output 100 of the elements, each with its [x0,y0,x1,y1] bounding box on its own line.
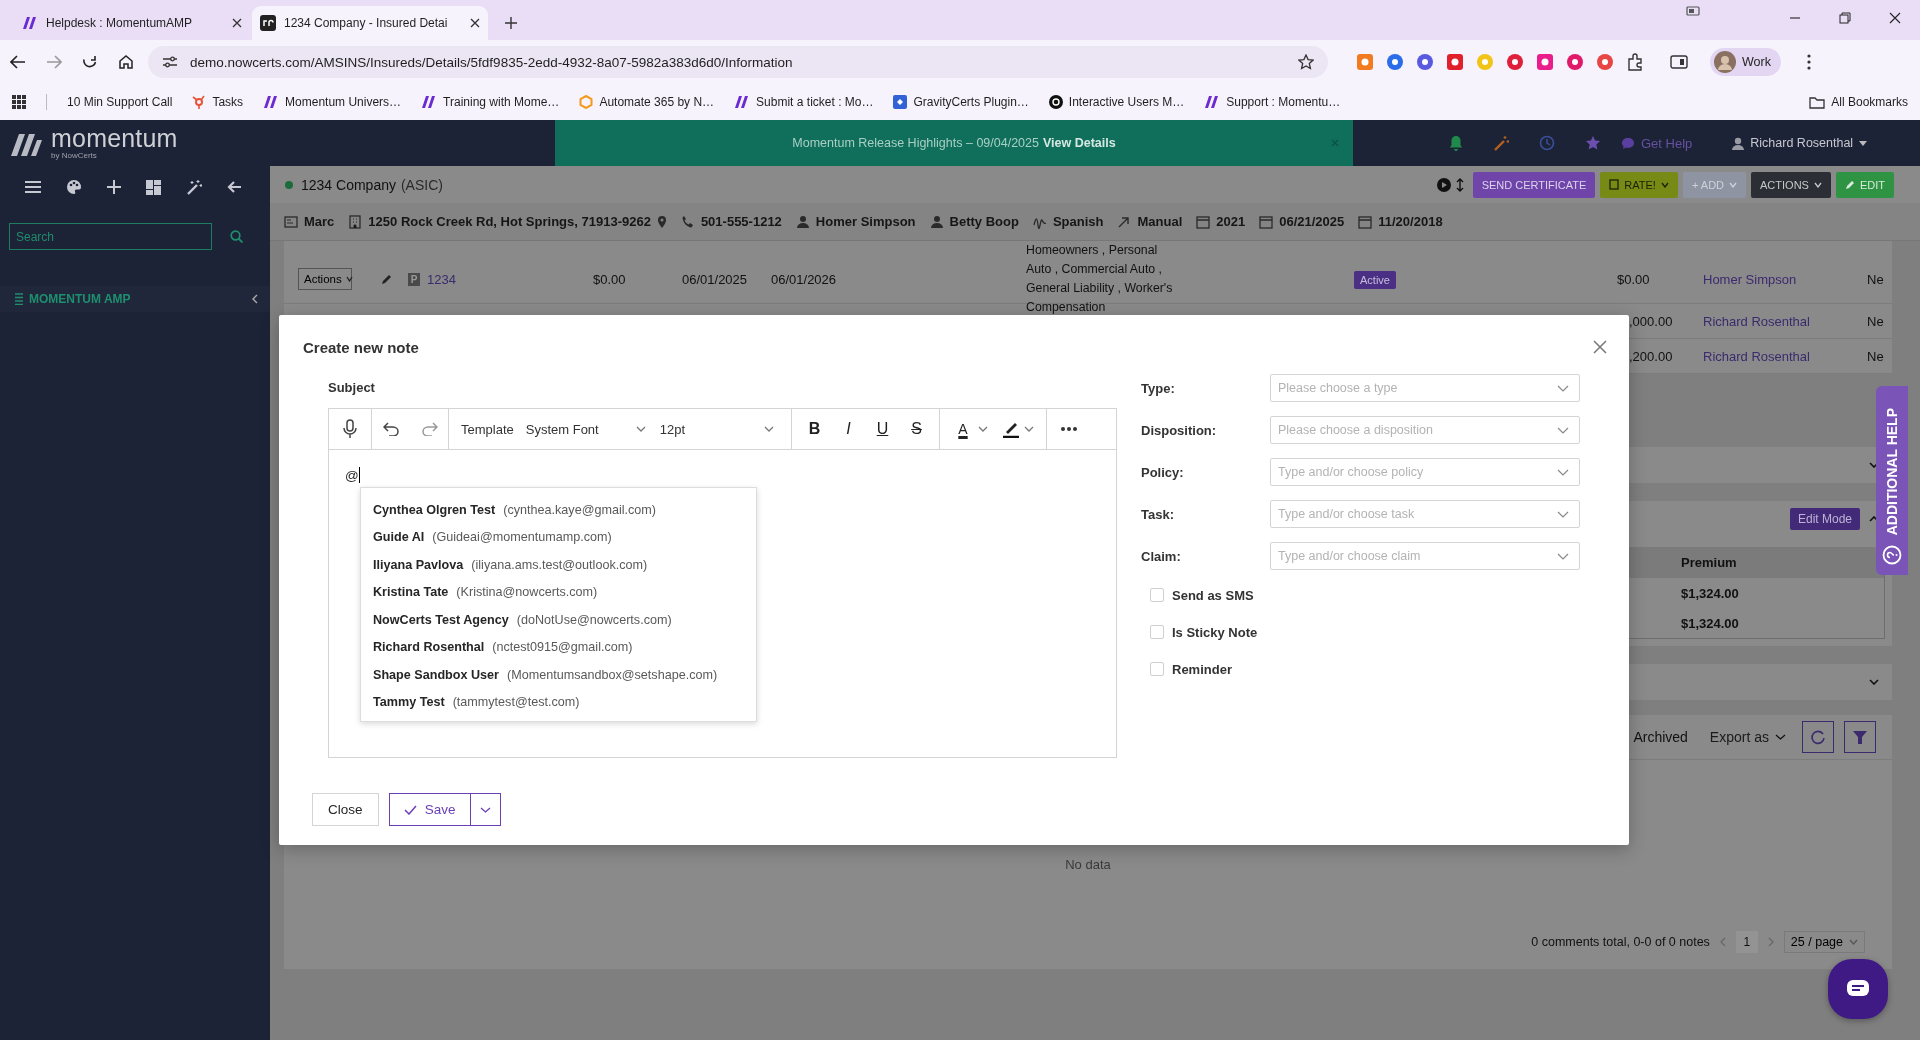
extension-icon[interactable] [1356,53,1374,71]
mention-option[interactable]: Iliyana Pavlova (iliyana.ams.test@outlook.com) [361,551,756,579]
help-tab[interactable]: ADDITIONAL HELP [1876,386,1908,575]
reload-icon[interactable] [82,54,98,70]
chevron-down-icon[interactable] [978,426,988,432]
save-options-button[interactable] [470,793,501,826]
chevron-up-icon[interactable] [1869,516,1879,522]
dropdown-field[interactable]: Type and/or choose claim [1270,542,1580,570]
bookmark[interactable]: 10 Min Support Call [67,95,173,109]
dashboard-icon[interactable] [146,179,162,195]
menu-icon[interactable] [1806,54,1811,70]
close-icon[interactable] [470,18,480,28]
mention-option[interactable]: Tammy Test (tammytest@test.com) [361,688,756,716]
bookmark[interactable]: Automate 365 by N… [579,95,715,109]
edit-mode-button[interactable]: Edit Mode [1789,508,1860,530]
chevron-down-icon[interactable] [1024,426,1034,432]
dropdown-field[interactable]: Please choose a disposition [1270,416,1580,444]
star-icon[interactable] [1298,54,1314,70]
close-button[interactable]: Close [312,793,379,826]
new-tab-icon[interactable] [504,16,518,30]
apps-icon[interactable] [12,95,26,109]
more-button[interactable] [1061,427,1077,431]
star-icon[interactable] [1585,135,1601,151]
window-icon[interactable] [1686,6,1700,16]
play-icon[interactable] [1436,177,1451,192]
template-button[interactable]: Template [461,421,514,437]
sort-icon[interactable] [1455,177,1464,192]
chevron-down-icon[interactable] [1869,462,1879,468]
browser-tab[interactable]: Helpdesk : MomentumAMP [14,6,250,40]
checkbox[interactable] [1150,662,1164,676]
menu-icon[interactable] [24,180,41,194]
save-button[interactable]: Save [388,793,471,826]
text-color-button[interactable]: A [952,416,974,442]
bookmark[interactable]: Training with Mome… [421,95,560,109]
checkbox[interactable] [1150,588,1164,602]
undo-button[interactable] [382,422,400,436]
close-button[interactable] [1593,340,1607,354]
mention-option[interactable]: Kristina Tate (Kristina@nowcerts.com) [361,578,756,606]
pencil-icon[interactable] [381,273,393,285]
bookmark[interactable]: Interactive Users M… [1048,95,1185,109]
profile-button[interactable]: Work [1710,48,1781,76]
extension-icon[interactable] [1536,53,1554,71]
search-field[interactable]: Search [9,223,212,250]
microphone-button[interactable] [343,419,357,439]
redo-button[interactable] [420,422,438,436]
close-icon[interactable] [232,18,242,28]
extensions-icon[interactable] [1626,53,1644,71]
underline-button[interactable]: U [869,416,896,442]
extension-icon[interactable] [1416,53,1434,71]
dropdown-field[interactable]: Type and/or choose policy [1270,458,1580,486]
page-button[interactable]: 1 [1735,931,1758,953]
agent-link[interactable]: Richard Rosenthal [1703,313,1867,329]
toolbar-button[interactable]: ACTIONS [1751,171,1831,198]
close-icon[interactable] [1889,12,1901,24]
mention-option[interactable]: Cynthea Olgren Test (cynthea.kaye@gmail.com) [361,496,756,524]
mention-option[interactable]: Richard Rosenthal (nctest0915@gmail.com) [361,633,756,661]
dropdown-field[interactable]: Please choose a type [1270,374,1580,402]
bookmark[interactable]: Tasks [192,95,244,109]
highlight-button[interactable] [1002,420,1020,438]
toolbar-button[interactable]: SEND CERTIFICATE [1472,171,1596,198]
font-select[interactable]: System Font [525,421,646,437]
bold-button[interactable]: B [801,416,828,442]
extension-icon[interactable] [1596,53,1614,71]
bookmark[interactable]: GravityCerts Plugin… [893,95,1029,109]
toolbar-button[interactable]: RATE! [1600,171,1678,198]
rich-text-editor[interactable] [328,408,1117,758]
palette-icon[interactable] [65,179,82,195]
home-icon[interactable] [118,54,134,70]
bookmark[interactable]: Momentum Univers… [263,95,402,109]
chevron-down-icon[interactable] [1869,679,1879,685]
agent-link[interactable]: Homer Simpson [1703,271,1867,287]
magic-wand-icon[interactable] [186,179,203,195]
extension-icon[interactable] [1386,53,1404,71]
checkbox[interactable] [1150,625,1164,639]
font-size-select[interactable]: 12pt [659,421,774,437]
restore-icon[interactable] [1839,12,1851,24]
mention-option[interactable]: Shape Sandbox User (Momentumsandbox@setshape.com) [361,661,756,689]
browser-tab[interactable]: 1234 Company - Insured Detai [252,6,488,40]
mention-option[interactable]: NowCerts Test Agency (doNotUse@nowcerts.com) [361,606,756,634]
page-size-select[interactable]: 25 / page [1783,931,1865,953]
arrow-left-icon[interactable] [227,180,242,194]
bell-icon[interactable] [1449,135,1463,151]
filter-button[interactable] [1844,721,1876,753]
actions-dropdown[interactable]: Actions [298,268,352,290]
agent-link[interactable]: Richard Rosenthal [1703,348,1867,364]
export-dropdown[interactable]: Export as [1703,728,1792,746]
plus-icon[interactable] [106,180,121,194]
italic-button[interactable]: I [835,416,862,442]
forward-icon[interactable] [46,55,62,69]
view-details-link[interactable]: View Details [1042,136,1116,150]
mention-option[interactable]: Guide AI (Guideai@momentumamp.com) [361,523,756,551]
bookmark[interactable]: Support : Momentu… [1204,95,1341,109]
back-icon[interactable] [10,55,26,69]
address-bar[interactable]: demo.nowcerts.com/AMSINS/Insureds/Details/5fdf9835-2edd-4932-8a07-5982a383d6d0/Information [148,46,1328,78]
side-panel-icon[interactable] [1670,54,1688,70]
strike-button[interactable]: S [903,416,930,442]
dropdown-field[interactable]: Type and/or choose task [1270,500,1580,528]
extension-icon[interactable] [1566,53,1584,71]
all-bookmarks-button[interactable]: All Bookmarks [1809,95,1908,109]
extension-icon[interactable] [1446,53,1464,71]
